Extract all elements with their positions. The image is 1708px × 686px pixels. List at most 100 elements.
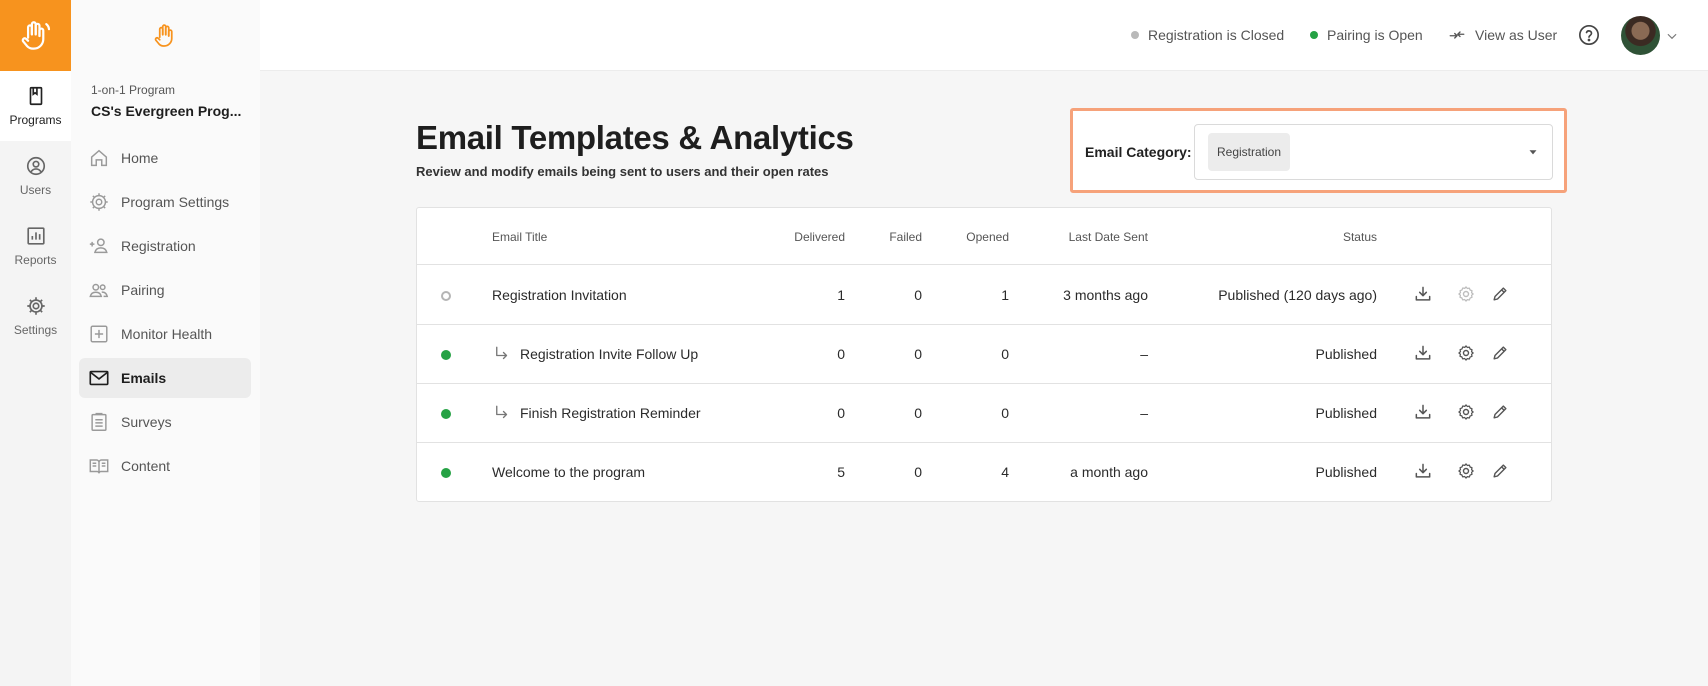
email-templates-table: Email Title Delivered Failed Opened Last… xyxy=(416,207,1552,502)
download-icon[interactable] xyxy=(1413,284,1433,304)
status-text: Published (120 days ago) xyxy=(1218,287,1377,303)
edit-icon[interactable] xyxy=(1490,284,1510,304)
program-type: 1-on-1 Program xyxy=(91,83,176,97)
sidebar-item-label: Emails xyxy=(121,370,167,386)
pairing-status-label: Pairing is Open xyxy=(1327,27,1423,43)
email-title[interactable]: Registration Invite Follow Up xyxy=(520,346,698,362)
table-row[interactable]: Registration Invitation 1 0 1 3 months a… xyxy=(417,266,1551,325)
sidebar-item-label: Surveys xyxy=(121,414,172,430)
user-circle-icon xyxy=(26,156,45,176)
edit-icon[interactable] xyxy=(1490,402,1510,422)
status-text: Published xyxy=(1315,405,1378,421)
status-indicator xyxy=(441,468,451,478)
sidebar-item-label: Program Settings xyxy=(121,194,230,210)
gear-icon[interactable] xyxy=(1456,343,1476,363)
registration-status: Registration is Closed xyxy=(1131,27,1284,43)
status-indicator xyxy=(441,291,451,301)
avatar[interactable] xyxy=(1621,16,1660,55)
download-icon[interactable] xyxy=(1413,343,1433,363)
gear-icon[interactable] xyxy=(1456,461,1476,481)
waving-hand-icon xyxy=(154,23,173,47)
gear-icon[interactable] xyxy=(1456,284,1476,304)
mail-icon xyxy=(89,370,109,386)
last-sent: – xyxy=(1140,405,1148,421)
download-icon[interactable] xyxy=(1413,461,1433,481)
delivered-count: 5 xyxy=(837,464,845,480)
person-add-icon xyxy=(89,238,108,254)
email-category-filter: Email Category: Registration xyxy=(1070,108,1567,193)
status-indicator xyxy=(441,350,451,360)
dropdown-arrow-icon[interactable] xyxy=(1526,145,1540,159)
table-header: Email Title Delivered Failed Opened Last… xyxy=(417,208,1551,265)
status-text: Published xyxy=(1315,464,1378,480)
status-text: Published xyxy=(1315,346,1378,362)
opened-count: 0 xyxy=(1001,405,1009,421)
category-chip[interactable]: Registration xyxy=(1208,133,1291,171)
rail-item-reports[interactable]: Reports xyxy=(0,211,71,281)
sidebar-item-label: Pairing xyxy=(121,282,165,298)
app-rail: Programs Users Reports Settings xyxy=(0,0,71,686)
rail-label: Reports xyxy=(14,253,57,267)
opened-count: 4 xyxy=(1001,464,1009,480)
app-logo[interactable] xyxy=(0,0,71,71)
failed-count: 0 xyxy=(914,287,922,303)
rail-item-programs[interactable]: Programs xyxy=(0,71,71,141)
program-nav: Home Program Settings Registration Pairi… xyxy=(79,138,251,490)
plus-square-icon xyxy=(90,325,108,343)
program-logo xyxy=(71,0,260,71)
opened-count: 1 xyxy=(1001,287,1009,303)
rail-item-settings[interactable]: Settings xyxy=(0,281,71,351)
status-indicator xyxy=(441,409,451,419)
pairing-status: Pairing is Open xyxy=(1310,27,1423,43)
sidebar-item-label: Content xyxy=(121,458,171,474)
download-icon[interactable] xyxy=(1413,402,1433,422)
sidebar-item-label: Monitor Health xyxy=(121,326,213,342)
column-header-opened: Opened xyxy=(966,230,1009,244)
email-category-label: Email Category: xyxy=(1085,144,1192,160)
open-book-icon xyxy=(89,459,109,474)
page-title: Email Templates & Analytics xyxy=(416,119,854,156)
sidebar-item-content[interactable]: Content xyxy=(79,446,251,486)
last-sent: 3 months ago xyxy=(1063,287,1148,303)
delivered-count: 0 xyxy=(837,405,845,421)
column-header-title: Email Title xyxy=(492,230,548,244)
failed-count: 0 xyxy=(914,464,922,480)
sidebar-item-home[interactable]: Home xyxy=(79,138,251,178)
edit-icon[interactable] xyxy=(1490,343,1510,363)
program-name[interactable]: CS's Evergreen Prog... xyxy=(91,103,256,119)
rail-item-users[interactable]: Users xyxy=(0,141,71,211)
help-icon[interactable] xyxy=(1578,24,1600,46)
sidebar-item-registration[interactable]: Registration xyxy=(79,226,251,266)
gear-icon[interactable] xyxy=(1456,402,1476,422)
chevron-down-icon[interactable] xyxy=(1665,29,1679,43)
sidebar-item-emails[interactable]: Emails xyxy=(79,358,251,398)
swap-icon xyxy=(1449,31,1465,39)
column-header-status: Status xyxy=(1342,230,1377,244)
failed-count: 0 xyxy=(914,405,922,421)
last-sent: a month ago xyxy=(1070,464,1148,480)
table-row[interactable]: Registration Invite Follow Up 0 0 0 – Pu… xyxy=(417,325,1551,384)
sidebar-item-pairing[interactable]: Pairing xyxy=(79,270,251,310)
email-title[interactable]: Welcome to the program xyxy=(492,464,645,480)
column-header-delivered: Delivered xyxy=(794,230,845,244)
bar-chart-icon xyxy=(26,227,45,245)
email-category-select[interactable]: Registration xyxy=(1194,124,1553,180)
table-row[interactable]: Finish Registration Reminder 0 0 0 – Pub… xyxy=(417,384,1551,443)
status-dot-open xyxy=(1310,31,1318,39)
last-sent: – xyxy=(1140,346,1148,362)
email-title[interactable]: Registration Invitation xyxy=(492,287,627,303)
home-icon xyxy=(90,149,108,167)
sidebar-item-surveys[interactable]: Surveys xyxy=(79,402,251,442)
registration-status-label: Registration is Closed xyxy=(1148,27,1285,43)
page-subtitle: Review and modify emails being sent to u… xyxy=(416,164,829,179)
delivered-count: 0 xyxy=(837,346,845,362)
email-title[interactable]: Finish Registration Reminder xyxy=(520,405,701,421)
sidebar-item-program-settings[interactable]: Program Settings xyxy=(79,182,251,222)
failed-count: 0 xyxy=(914,346,922,362)
gear-icon xyxy=(26,297,45,315)
sidebar-item-monitor-health[interactable]: Monitor Health xyxy=(79,314,251,354)
table-row[interactable]: Welcome to the program 5 0 4 a month ago… xyxy=(417,443,1551,502)
rail-label: Programs xyxy=(9,113,62,127)
view-as-user-button[interactable]: View as User xyxy=(1448,26,1557,44)
edit-icon[interactable] xyxy=(1490,461,1510,481)
